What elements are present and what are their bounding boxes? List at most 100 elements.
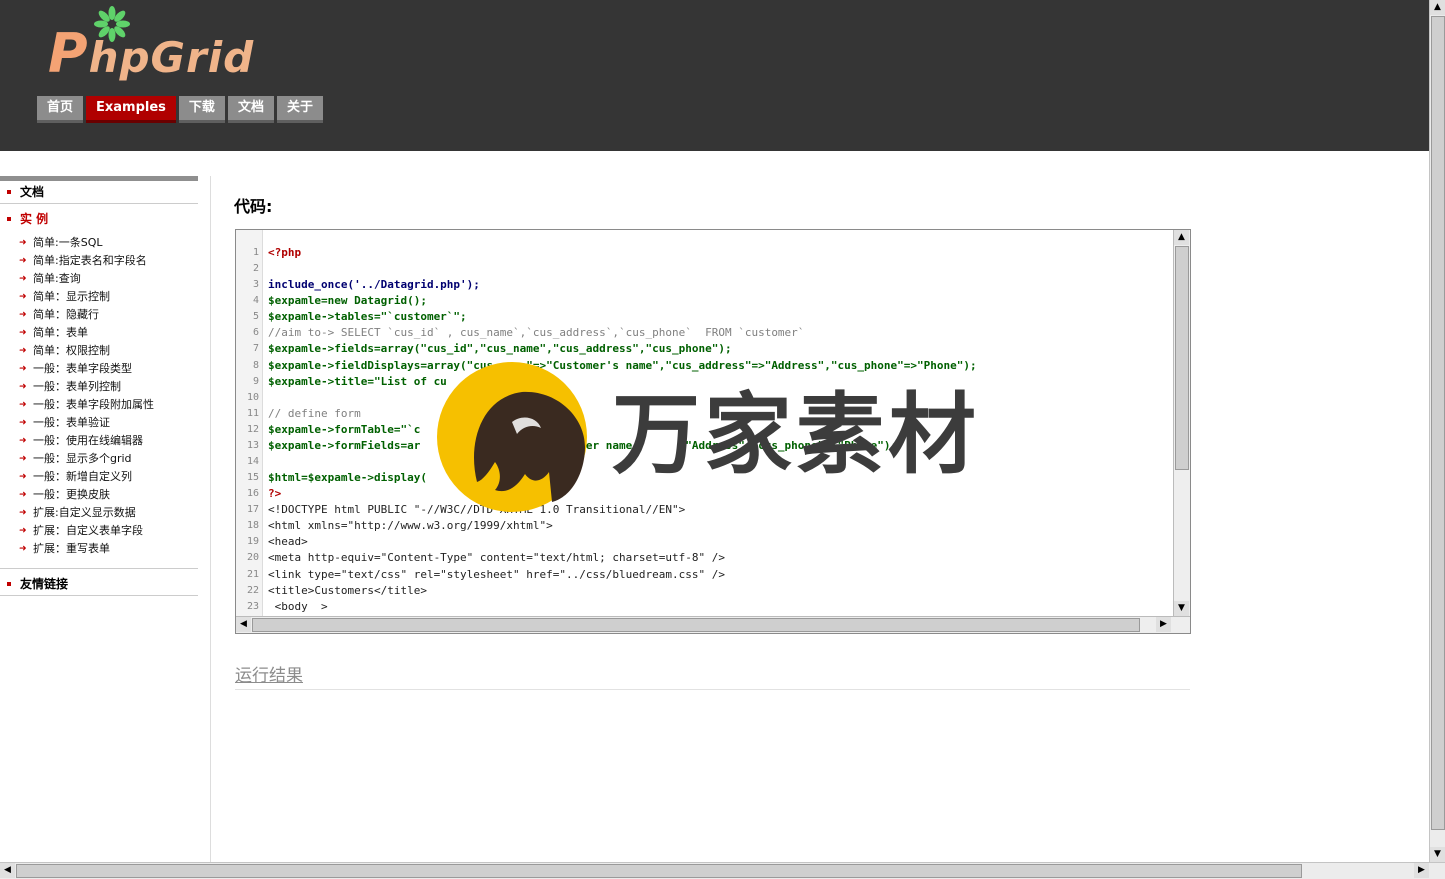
code-text: $html=$expamle->display(	[268, 471, 427, 485]
arrow-right-icon: ➜	[19, 292, 27, 302]
arrow-right-icon: ➜	[19, 310, 27, 320]
line-number: 22	[246, 584, 259, 596]
nav-download[interactable]: 下载	[178, 96, 225, 123]
line-number: 14	[246, 456, 259, 468]
arrow-right-icon: ➜	[19, 328, 27, 338]
phpgrid-logo[interactable]: PhpGrid	[46, 4, 253, 86]
line-number: 1	[252, 247, 259, 258]
nav-about[interactable]: 关于	[276, 96, 323, 123]
mammoth-icon	[474, 391, 585, 502]
line-number: 23	[246, 600, 259, 612]
main-nav: 首页 Examples 下载 文档 关于	[37, 96, 326, 123]
code-line: 22 <title>Customers</title>	[236, 583, 1173, 599]
line-number: 5	[252, 311, 259, 323]
window-scroll-right-icon[interactable]: ▶	[1414, 863, 1429, 878]
sidebar-example-item[interactable]: ➜ 一般：表单字段类型	[0, 360, 198, 378]
sidebar-example-item[interactable]: ➜ 一般：显示多个grid	[0, 450, 198, 468]
arrow-right-icon: ➜	[19, 544, 27, 554]
arrow-right-icon: ➜	[19, 472, 27, 482]
line-number: 19	[246, 536, 259, 548]
sidebar-example-item[interactable]: ➜ 一般：表单验证	[0, 414, 198, 432]
sidebar-example-item[interactable]: ➜ 简单：显示控制	[0, 288, 198, 306]
sidebar-example-item[interactable]: ➜ 简单：隐藏行	[0, 306, 198, 324]
sidebar-example-item[interactable]: ➜ 简单：权限控制	[0, 342, 198, 360]
arrow-right-icon: ➜	[19, 418, 27, 428]
sidebar-example-item[interactable]: ➜ 一般：表单字段附加属性	[0, 396, 198, 414]
code-text: //aim to-> SELECT `cus_id` , cus_name`,`…	[268, 326, 805, 340]
line-number: 9	[252, 375, 259, 387]
sidebar-example-item[interactable]: ➜ 一般：表单列控制	[0, 378, 198, 396]
code-text: <html xmlns="http://www.w3.org/1999/xhtm…	[268, 519, 553, 533]
left-sidebar: 文档 实 例 ➜ 简单:一条SQL ➜ 简单:指定表名和字段名 ➜ 简单:查询 ➜ 简单：显示…	[0, 176, 198, 867]
nav-docs[interactable]: 文档	[227, 96, 274, 123]
scroll-right-icon[interactable]: ▶	[1156, 617, 1171, 632]
code-text: <meta http-equiv="Content-Type" content=…	[268, 551, 725, 565]
code-line: 5 $expamle->tables="`customer`";	[236, 309, 1173, 325]
sidebar-example-item[interactable]: ➜ 一般：更换皮肤	[0, 486, 198, 504]
code-text: include_once('../Datagrid.php');	[268, 278, 480, 292]
sidebar-example-item[interactable]: ➜ 扩展：重写表单	[0, 540, 198, 558]
sidebar-example-item[interactable]: ➜ 简单：表单	[0, 324, 198, 342]
sidebar-divider	[210, 176, 211, 862]
arrow-right-icon: ➜	[19, 382, 27, 392]
window-vscroll-thumb[interactable]	[1431, 16, 1445, 830]
line-number: 4	[252, 295, 259, 307]
code-text: $expamle->fields=array("cus_id","cus_nam…	[268, 342, 732, 356]
scroll-down-icon[interactable]: ▼	[1174, 601, 1189, 616]
window-hscroll-thumb[interactable]	[16, 864, 1302, 878]
arrow-right-icon: ➜	[19, 238, 27, 248]
code-line: 20 <meta http-equiv="Content-Type" conten…	[236, 550, 1173, 566]
line-number: 16	[246, 488, 259, 500]
code-hscroll-thumb[interactable]	[252, 618, 1140, 632]
window-scroll-left-icon[interactable]: ◀	[0, 863, 15, 878]
line-number: 10	[246, 391, 259, 403]
sidebar-links-heading[interactable]: 友情链接	[0, 573, 198, 596]
code-text: <?php	[268, 246, 302, 259]
run-result-link[interactable]: 运行结果	[235, 661, 1190, 690]
sidebar-example-item[interactable]: ➜ 一般：使用在线编辑器	[0, 432, 198, 450]
code-vscroll-thumb[interactable]	[1175, 246, 1189, 470]
code-text: $expamle->formTable="`c	[268, 422, 421, 436]
line-number: 20	[246, 552, 259, 564]
nav-examples[interactable]: Examples	[86, 96, 176, 123]
line-number: 7	[252, 343, 259, 355]
window-vertical-scrollbar[interactable]: ▲ ▼	[1429, 0, 1445, 862]
code-line: 23 <body >	[236, 599, 1173, 615]
sidebar-examples-heading[interactable]: 实 例	[0, 208, 198, 230]
window-scroll-up-icon[interactable]: ▲	[1430, 0, 1445, 15]
sidebar-example-item[interactable]: ➜ 简单:指定表名和字段名	[0, 252, 198, 270]
sidebar-example-item[interactable]: ➜ 扩展:自定义显示数据	[0, 504, 198, 522]
line-number: 2	[252, 263, 259, 275]
line-number: 3	[252, 279, 259, 291]
scroll-left-icon[interactable]: ◀	[236, 617, 251, 632]
line-number: 13	[246, 439, 259, 451]
bullet-square-icon	[7, 190, 11, 194]
sidebar-example-item[interactable]: ➜ 简单:查询	[0, 270, 198, 288]
window-horizontal-scrollbar[interactable]: ◀ ▶	[0, 862, 1445, 879]
watermark: 万家素材	[437, 362, 997, 512]
window-scroll-down-icon[interactable]: ▼	[1430, 847, 1445, 862]
code-line: 4 $expamle=new Datagrid();	[236, 293, 1173, 309]
code-line: 1 <?php	[236, 245, 1173, 261]
bullet-square-icon	[7, 582, 11, 586]
sidebar-example-list: ➜ 简单:一条SQL ➜ 简单:指定表名和字段名 ➜ 简单:查询 ➜ 简单：显示控制 ➜ 简单：隐…	[0, 230, 198, 569]
code-vertical-scrollbar[interactable]: ▲ ▼	[1173, 230, 1190, 616]
code-text: $expamle->title="List of cu	[268, 374, 447, 388]
arrow-right-icon: ➜	[19, 400, 27, 410]
watermark-logo-icon	[437, 362, 587, 512]
arrow-right-icon: ➜	[19, 490, 27, 500]
arrow-right-icon: ➜	[19, 364, 27, 374]
line-number: 12	[246, 423, 259, 435]
code-section-title: 代码:	[234, 197, 273, 216]
sidebar-example-item[interactable]: ➜ 扩展：自定义表单字段	[0, 522, 198, 540]
code-horizontal-scrollbar[interactable]: ◀ ▶	[236, 616, 1190, 633]
code-text: $expamle=new Datagrid();	[268, 294, 427, 308]
sidebar-docs-heading[interactable]: 文档	[0, 181, 198, 204]
line-number: 8	[252, 359, 259, 371]
sidebar-example-item[interactable]: ➜ 简单:一条SQL	[0, 234, 198, 252]
nav-home[interactable]: 首页	[37, 96, 84, 123]
scroll-up-icon[interactable]: ▲	[1174, 230, 1189, 245]
site-header: PhpGrid 首页 Examples 下载 文档 关于	[0, 0, 1429, 151]
sidebar-example-item[interactable]: ➜ 一般：新增自定义列	[0, 468, 198, 486]
code-line: 2	[236, 261, 1173, 277]
